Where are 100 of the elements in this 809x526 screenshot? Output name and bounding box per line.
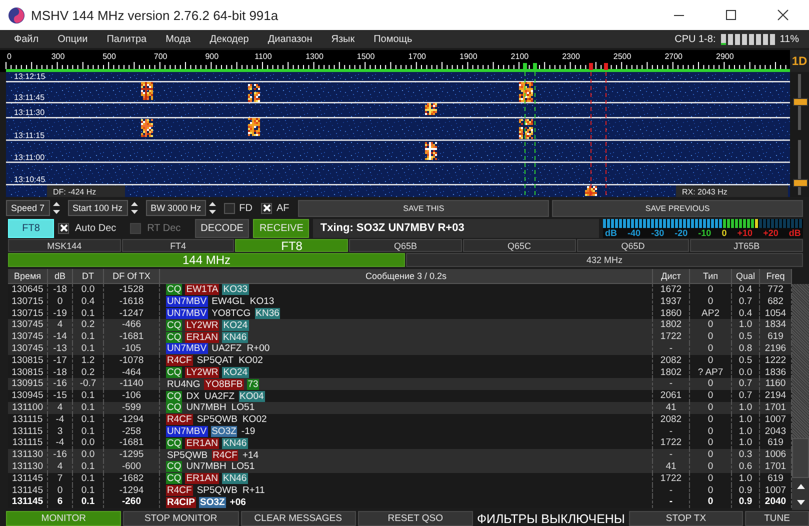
menu-item[interactable]: Диапазон (268, 34, 312, 44)
gain-slider[interactable] (790, 138, 809, 197)
mode-tab[interactable]: MSK144 (8, 239, 121, 252)
message-token: SO3Z (210, 426, 238, 437)
receive-button[interactable]: RECEIVE (253, 218, 310, 238)
scrollbar[interactable] (792, 284, 809, 510)
decode-button[interactable]: DECODE (194, 218, 250, 238)
message-token: UN7MBV (166, 343, 208, 354)
table-row[interactable]: 130745 4 0.2 -466 CQ LY2WR KO24 1802 0 1.0 1834 (8, 319, 792, 332)
menu-item[interactable]: Файл (14, 34, 39, 44)
table-row[interactable]: 131130 -16 0.0 -1295 SP5QWB R4CF +14 - 0 0.3 1006 (8, 449, 792, 461)
spin-field[interactable]: BW 3000 Hz (146, 200, 206, 216)
table-cell: 0.9 (732, 496, 760, 508)
checkbox[interactable] (261, 202, 272, 214)
message-token: KO24 (222, 366, 249, 378)
message-token: SO3Z (198, 496, 226, 508)
checkbox[interactable] (224, 202, 236, 214)
save-button[interactable]: SAVE PREVIOUS (552, 200, 803, 216)
spin-arrows-icon[interactable] (130, 200, 139, 216)
checkbox-label: RT Dec (147, 222, 181, 234)
menu-item[interactable]: Мода (166, 34, 191, 44)
close-icon[interactable] (777, 9, 789, 21)
frequency-marker (604, 63, 608, 70)
table-cell: 6 (48, 496, 73, 508)
message-token: ER1AN (185, 473, 219, 484)
mode-tab[interactable]: FT8 (235, 239, 348, 252)
table-row[interactable]: 130715 -19 0.1 -1247 UN7MBV YO8TCG KN36 1860 AP2 0.4 1054 (8, 308, 792, 320)
menu-item[interactable]: Помощь (374, 34, 412, 44)
message-token: KN46 (222, 438, 248, 449)
menu-item[interactable]: Язык (331, 34, 355, 44)
checkbox-label: FD (239, 202, 252, 214)
signal-trace (248, 84, 260, 102)
table-row[interactable]: 130915 -16 -0.7 -1140 RU4NG YO8BFB 73 - 0 0.7 1160 (8, 378, 792, 390)
mode-tab[interactable]: JT65B (690, 239, 804, 252)
mode-tab[interactable]: Q65D (576, 239, 690, 252)
message-token: KO02 (241, 414, 268, 426)
checkbox[interactable] (58, 222, 69, 234)
message-token: UA2FZ (203, 390, 236, 402)
message-token: LO51 (230, 402, 256, 414)
menu-item[interactable]: Опции (58, 34, 88, 44)
band-tab[interactable]: 144 MHz (8, 253, 405, 267)
meter-scale-label: -40 (628, 228, 641, 238)
app-logo-icon (8, 6, 25, 24)
message-token: EW4GL (210, 296, 246, 308)
table-row[interactable]: 131130 4 0.1 -600 CQ UN7MBH LO51 41 0 0.6 1701 (8, 460, 792, 473)
menu-item[interactable]: Декодер (210, 34, 249, 44)
meter-scale-label: dB (605, 228, 617, 238)
scale-label: 2900 (716, 52, 734, 61)
spin-arrows-icon[interactable] (208, 200, 218, 216)
slider-thumb[interactable] (793, 178, 808, 187)
signal-trace (519, 82, 533, 102)
scrollbar-thumb[interactable] (792, 438, 809, 478)
message-token: UN7MBH (185, 461, 228, 472)
table-cell: -260 (104, 496, 160, 508)
message-token: KO02 (238, 355, 264, 366)
scale-label: 1300 (306, 52, 324, 61)
message-token: UN7MBH (185, 402, 228, 414)
maximize-icon[interactable] (725, 9, 737, 21)
slider-thumb[interactable] (793, 98, 808, 106)
mode-tab[interactable]: Q65B (349, 239, 462, 252)
signal-trace (141, 119, 153, 137)
message-token: KO04 (238, 390, 265, 402)
meter-scale-label: -20 (674, 228, 688, 238)
message-token: R4CF (212, 450, 238, 461)
checkbox-label: AF (276, 202, 290, 214)
spin-arrows-icon[interactable] (52, 200, 61, 216)
time-label: 13:11:00 (14, 153, 45, 162)
tx-message-field: Txing: SO3Z UN7MBV R+03 (313, 218, 599, 238)
meter-scale-label: +10 (737, 228, 753, 238)
signal-trace (425, 103, 437, 115)
message-token: UA2FZ (210, 343, 243, 354)
time-label: 13:11:30 (14, 108, 45, 117)
message-token: UN7MBV (166, 296, 208, 308)
scale-label: 500 (102, 52, 116, 61)
save-button[interactable]: SAVE THIS (298, 200, 550, 216)
message-token: EW1TA (185, 284, 220, 296)
menu-item[interactable]: Палитра (106, 34, 147, 44)
time-label: 13:11:15 (14, 131, 45, 140)
gain-slider[interactable] (790, 72, 809, 132)
mode-tab[interactable]: FT4 (122, 239, 234, 252)
message-token: KO24 (222, 320, 249, 331)
signal-trace (248, 118, 260, 136)
table-row[interactable]: 130745 -13 0.1 -105 UN7MBV UA2FZ R+00 - 0 0.8 2196 (8, 342, 792, 355)
table-row[interactable]: 131100 4 0.1 -599 CQ UN7MBH LO51 41 0 1.0 1701 (8, 402, 792, 414)
table-row[interactable]: 130745 -14 0.1 -1681 CQ ER1AN KN46 1722 0 0.5 619 (8, 331, 792, 343)
mode-label: 1D (790, 50, 809, 72)
message-token: CQ (166, 402, 182, 414)
message-token: CQ (166, 473, 182, 484)
spin-field[interactable]: Speed 7 (6, 200, 50, 216)
table-cell: - (653, 496, 690, 508)
mode-button[interactable]: FT8 (8, 218, 54, 238)
band-tab[interactable]: 432 MHz (406, 253, 803, 267)
table-row[interactable]: 130815 -18 0.2 -464 CQ LY2WR KO24 1802 ? AP7 0.0 1836 (8, 366, 792, 378)
message-token: KN46 (222, 332, 248, 343)
signal-trace (425, 142, 437, 160)
mode-tab[interactable]: Q65C (462, 239, 576, 252)
spin-field[interactable]: Start 100 Hz (68, 200, 128, 216)
message-token: SP5QAT (196, 355, 235, 366)
message-token: +06 (228, 496, 247, 508)
df-readout: DF: -424 Hz (47, 186, 125, 197)
